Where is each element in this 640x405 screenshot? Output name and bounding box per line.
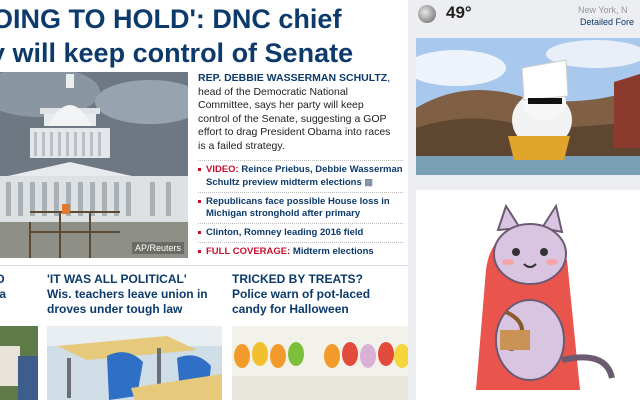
main-column: OING TO HOLD': DNC chief y will keep con… [0,0,408,400]
detailed-forecast-link[interactable]: Detailed Fore [580,17,634,27]
story-teaser[interactable]: D la [0,272,36,302]
story-title: Police warn of pot-laced candy for Hallo… [232,287,371,316]
story-thumbnail[interactable] [232,326,408,400]
cat-photo-image [416,38,640,175]
story-thumbnail[interactable] [47,326,222,400]
story-kicker: D [0,272,5,286]
lead-name[interactable]: REP. DEBBIE WASSERMAN SCHULTZ [198,72,387,84]
story-title: la [0,287,7,301]
link-text: Midterm elections [290,246,374,257]
classroom-desks-image [47,326,222,400]
story-title: Wis. teachers leave union in droves unde… [47,287,208,316]
weather-temperature[interactable]: 49° [446,3,472,23]
weather-location[interactable]: New York, N [578,5,628,15]
cat-photo[interactable] [416,38,640,175]
link-text: Clinton, Romney leading 2016 field [206,227,364,238]
link-text: Republicans face possible House loss in … [206,196,390,219]
related-link-video[interactable]: VIDEO: Reince Priebus, Debbie Wasserman … [198,160,403,192]
capitol-photo[interactable]: AP/Reuters [0,72,188,258]
story-thumbnail-image [0,326,38,400]
related-links: VIDEO: Reince Priebus, Debbie Wasserman … [198,160,403,261]
lead-summary: REP. DEBBIE WASSERMAN SCHULTZ, head of t… [198,72,398,153]
story-kicker: 'IT WAS ALL POLITICAL' [47,272,187,286]
story-teaser[interactable]: 'IT WAS ALL POLITICAL' Wis. teachers lea… [47,272,217,317]
story-kicker: TRICKED BY TREATS? [232,272,363,286]
section-divider [0,265,408,266]
story-teaser[interactable]: TRICKED BY TREATS? Police warn of pot-la… [232,272,407,317]
related-link-full-coverage[interactable]: FULL COVERAGE: Midterm elections [198,242,403,261]
link-prefix: FULL COVERAGE: [206,246,291,257]
headline-line-2[interactable]: y will keep control of Senate [0,36,353,70]
link-prefix: VIDEO: [206,164,239,175]
video-camera-icon: ▦ [364,177,373,187]
cat-illustration [416,190,640,400]
story-thumbnail[interactable] [0,326,38,400]
gummy-bears-image [232,326,408,400]
related-link[interactable]: Clinton, Romney leading 2016 field [198,223,403,242]
related-link[interactable]: Republicans face possible House loss in … [198,192,403,223]
photo-credit: AP/Reuters [131,242,184,254]
cat-illustration-ad[interactable] [416,190,640,400]
capitol-illustration [0,72,188,258]
partly-cloudy-icon [418,5,436,23]
headline-line-1[interactable]: OING TO HOLD': DNC chief [0,2,341,36]
